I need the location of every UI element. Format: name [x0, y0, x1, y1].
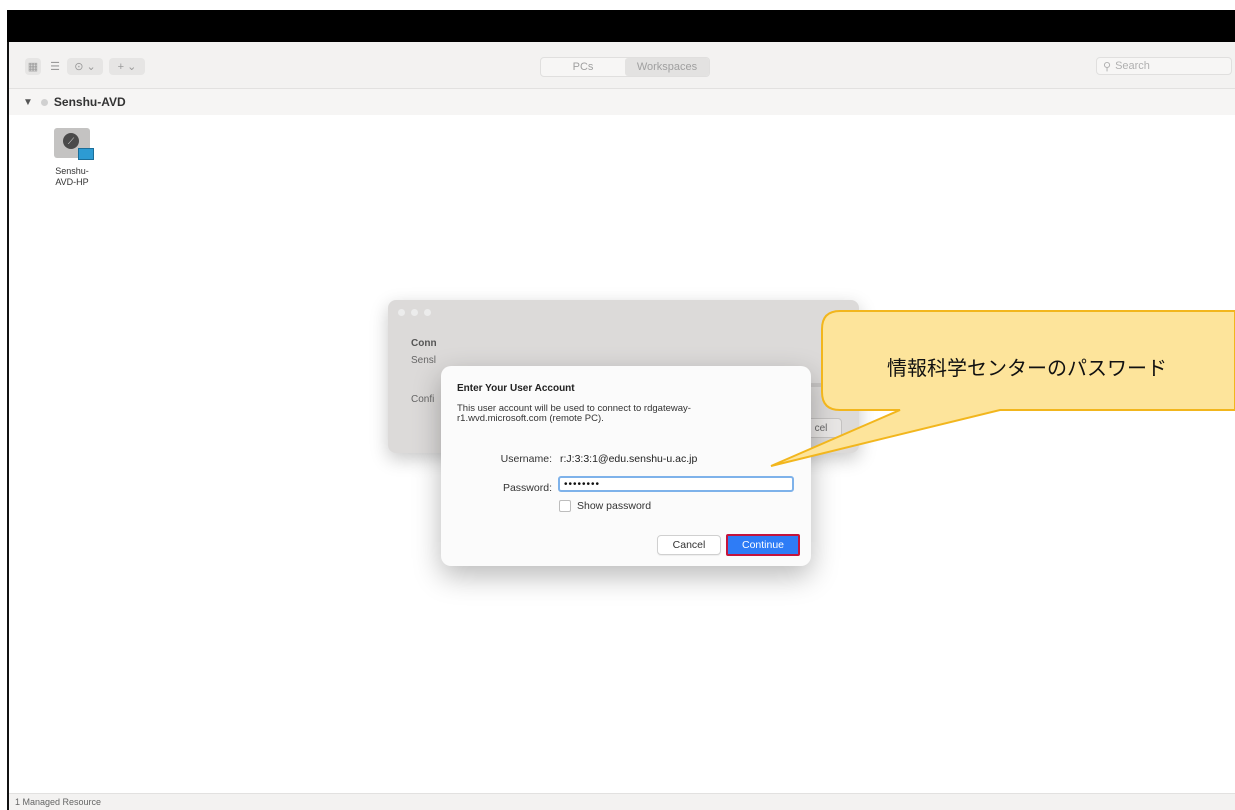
- list-icon[interactable]: ☰: [47, 58, 63, 75]
- screen-margin: [0, 0, 7, 810]
- progress-title: Conn: [411, 338, 437, 349]
- workspace-group-name: Senshu-AVD: [53, 95, 126, 109]
- view-switcher: PCs Workspaces: [540, 57, 710, 77]
- close-icon[interactable]: [398, 309, 405, 316]
- tab-workspaces[interactable]: Workspaces: [625, 58, 709, 76]
- show-password-label[interactable]: Show password: [577, 500, 651, 512]
- chevron-down-icon[interactable]: ▼: [23, 97, 33, 108]
- continue-button[interactable]: Continue: [726, 534, 800, 556]
- resource-label: Senshu-AVD-HP: [55, 166, 89, 187]
- callout-text: 情報科学センターのパスワード: [887, 356, 1167, 380]
- resource-tile[interactable]: ⟋ Senshu-AVD-HP: [49, 128, 95, 188]
- search-input[interactable]: ⚲ Search: [1096, 57, 1232, 75]
- tab-pcs[interactable]: PCs: [541, 58, 625, 76]
- password-label: Password:: [502, 482, 552, 494]
- window-controls: [398, 309, 431, 316]
- workspace-group-header[interactable]: ▼ Senshu-AVD: [9, 89, 1235, 115]
- progress-status: Confi: [411, 394, 435, 405]
- connection-icon: ⟋: [63, 133, 79, 149]
- minimize-icon[interactable]: [411, 309, 418, 316]
- plus-icon[interactable]: + ⌄: [109, 58, 145, 75]
- ellipsis-circle-icon[interactable]: ⊙ ⌄: [67, 58, 103, 75]
- search-icon: ⚲: [1103, 60, 1112, 73]
- user-account-dialog: Enter Your User Account This user accoun…: [441, 366, 811, 566]
- toolbar: ▦ ☰ ⊙ ⌄ + ⌄ PCs Workspaces ⚲ Search: [9, 42, 1235, 89]
- show-password-checkbox[interactable]: [559, 500, 571, 512]
- status-bar: 1 Managed Resource: [9, 793, 1235, 810]
- monitor-icon: [78, 148, 94, 160]
- dialog-title: Enter Your User Account: [457, 383, 575, 394]
- dialog-description: This user account will be used to connec…: [457, 403, 691, 424]
- username-label: Username:: [500, 453, 552, 465]
- remote-pc-icon: ⟋: [54, 128, 94, 160]
- username-value: r:J:3:3:1@edu.senshu-u.ac.jp: [560, 453, 698, 465]
- status-dot: [40, 98, 48, 106]
- status-text: 1 Managed Resource: [15, 797, 102, 807]
- cancel-button[interactable]: Cancel: [657, 535, 721, 555]
- menu-bar: [7, 10, 1235, 42]
- search-placeholder: Search: [1115, 60, 1150, 72]
- zoom-icon[interactable]: [424, 309, 431, 316]
- password-field[interactable]: ••••••••: [558, 476, 794, 492]
- progress-subtitle: Sensl: [411, 355, 437, 366]
- grid-icon[interactable]: ▦: [25, 58, 41, 75]
